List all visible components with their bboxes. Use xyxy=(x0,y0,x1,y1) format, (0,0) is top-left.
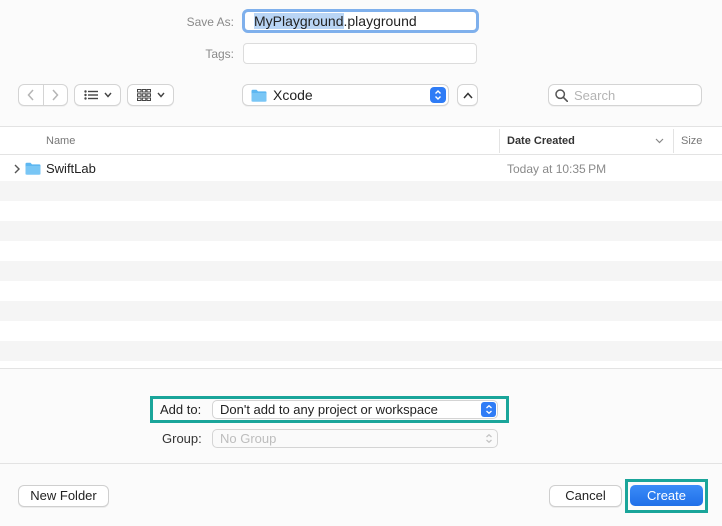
chevron-left-icon xyxy=(27,89,34,101)
empty-row xyxy=(0,321,722,341)
search-field[interactable]: Search xyxy=(548,84,702,106)
save-as-label: Save As: xyxy=(186,15,234,29)
list-icon xyxy=(83,90,98,100)
icon-view-button[interactable] xyxy=(127,84,174,106)
chevron-down-icon xyxy=(103,92,112,98)
group-value: No Group xyxy=(220,431,277,446)
empty-row xyxy=(0,241,722,261)
updown-arrows-icon xyxy=(430,87,446,103)
updown-arrows-icon xyxy=(481,431,496,446)
empty-row xyxy=(0,181,722,201)
collapse-browser-button[interactable] xyxy=(457,84,478,106)
back-button[interactable] xyxy=(19,85,43,105)
column-divider xyxy=(499,129,500,153)
add-to-popup[interactable]: Don't add to any project or workspace xyxy=(212,400,498,419)
file-list-header: Name Date Created Size xyxy=(0,126,722,155)
empty-row xyxy=(0,201,722,221)
group-popup[interactable]: No Group xyxy=(212,429,498,448)
list-item-name: SwiftLab xyxy=(46,161,96,176)
save-as-field[interactable]: MyPlayground.playground xyxy=(242,9,479,33)
add-to-label: Add to: xyxy=(160,402,202,417)
file-list: SwiftLab Today at 10:35 PM xyxy=(0,155,722,368)
filename-selection: MyPlayground xyxy=(254,13,344,29)
updown-arrows-icon xyxy=(481,402,496,417)
group-label: Group: xyxy=(162,431,202,446)
empty-row xyxy=(0,261,722,281)
grid-icon xyxy=(136,89,151,101)
forward-button[interactable] xyxy=(42,85,67,105)
tags-field[interactable] xyxy=(243,43,477,64)
empty-row xyxy=(0,341,722,361)
column-divider xyxy=(673,129,674,153)
empty-row xyxy=(0,281,722,301)
tags-label: Tags: xyxy=(205,47,234,61)
sort-chevron-icon xyxy=(655,138,664,144)
cancel-button[interactable]: Cancel xyxy=(549,485,622,507)
empty-rows xyxy=(0,181,722,361)
disclosure-triangle-icon[interactable] xyxy=(14,164,20,174)
search-icon xyxy=(555,88,568,102)
divider xyxy=(0,463,722,464)
column-header-date-created[interactable]: Date Created xyxy=(507,127,575,155)
location-popup[interactable]: Xcode xyxy=(242,84,449,106)
filename-extension: .playground xyxy=(343,13,417,29)
chevron-down-icon xyxy=(156,92,165,98)
empty-row xyxy=(0,301,722,321)
list-item-date: Today at 10:35 PM xyxy=(507,162,607,176)
column-header-size[interactable]: Size xyxy=(681,127,702,155)
add-to-value: Don't add to any project or workspace xyxy=(220,402,438,417)
list-item[interactable]: SwiftLab Today at 10:35 PM xyxy=(0,155,722,181)
folder-icon xyxy=(251,89,267,102)
create-button[interactable]: Create xyxy=(630,485,703,506)
new-folder-button[interactable]: New Folder xyxy=(18,485,109,507)
folder-icon xyxy=(25,162,41,175)
search-placeholder: Search xyxy=(574,87,616,103)
chevron-right-icon xyxy=(52,89,59,101)
chevron-up-icon xyxy=(462,91,473,98)
location-label: Xcode xyxy=(273,87,313,103)
back-forward-group xyxy=(18,84,68,106)
empty-row xyxy=(0,221,722,241)
list-view-button[interactable] xyxy=(74,84,121,106)
column-header-name[interactable]: Name xyxy=(46,127,75,155)
